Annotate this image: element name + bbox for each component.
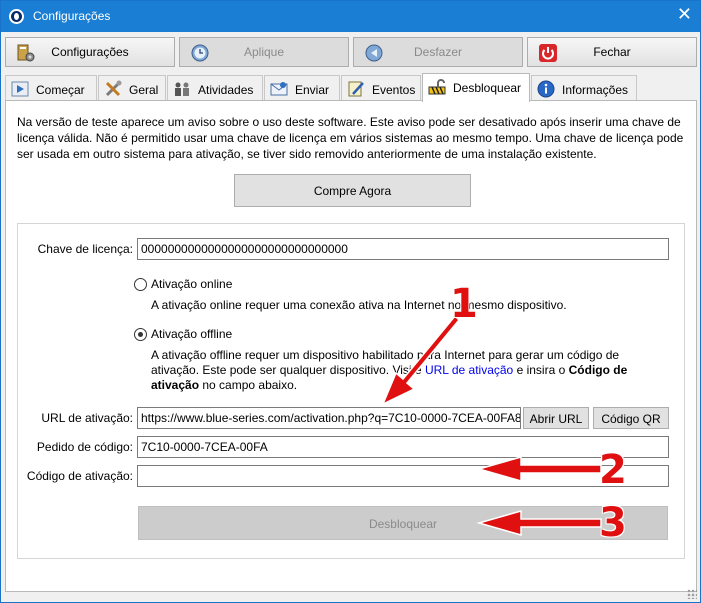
offline-desc-bold: ativação — [151, 378, 200, 392]
annotation-number-3: 3 — [599, 500, 627, 546]
tools-icon — [105, 80, 122, 97]
offline-activation-label: Ativação offline — [151, 327, 233, 341]
offline-desc-text: ativação. Este pode ser qualquer disposi… — [151, 363, 422, 377]
configuracoes-label: Configurações — [51, 45, 129, 59]
info-icon — [537, 80, 555, 98]
play-icon — [11, 81, 29, 97]
aplique-button[interactable]: Aplique — [179, 37, 349, 67]
close-icon[interactable]: ✕ — [677, 6, 692, 24]
tab-comecar-label: Começar — [36, 83, 85, 97]
tab-eventos-label: Eventos — [372, 83, 416, 97]
request-code-field[interactable]: 7C10-0000-7CEA-00FA — [137, 436, 669, 458]
aplique-label: Aplique — [243, 45, 285, 59]
send-icon — [270, 82, 288, 96]
desfazer-button[interactable]: Desfazer — [353, 37, 523, 67]
offline-desc-line: A ativação offline requer um dispositivo… — [151, 348, 620, 362]
abrir-url-button[interactable]: Abrir URL — [523, 407, 589, 429]
annotation-number-2: 2 — [599, 447, 627, 493]
activation-code-label: Código de ativação: — [26, 469, 133, 483]
request-code-label: Pedido de código: — [36, 440, 133, 454]
window-title: Configurações — [33, 9, 111, 23]
license-key-field[interactable]: 0000000000000000000000000000000 — [137, 238, 669, 260]
activation-url-link[interactable]: URL de ativação — [425, 363, 513, 377]
title-bar: Configurações ✕ — [1, 1, 700, 32]
online-activation-desc: A ativação online requer uma conexão ati… — [151, 298, 567, 312]
abrir-url-label: Abrir URL — [529, 412, 583, 426]
desbloquear-button[interactable]: Desbloquear — [138, 506, 668, 540]
people-icon — [175, 82, 189, 96]
activation-code-field[interactable] — [137, 465, 669, 487]
tab-informacoes[interactable]: Informações — [531, 75, 637, 101]
tab-geral[interactable]: Geral — [98, 75, 166, 101]
tab-comecar[interactable]: Começar — [5, 75, 97, 101]
desbloquear-label: Desbloquear — [368, 517, 438, 531]
fechar-label: Fechar — [593, 45, 631, 59]
codigo-qr-label: Código QR — [601, 412, 661, 426]
offline-desc-line: ativação no campo abaixo. — [151, 378, 671, 393]
compre-agora-button[interactable]: Compre Agora — [234, 174, 471, 207]
tab-desbloquear-label: Desbloquear — [453, 81, 522, 95]
license-key-label: Chave de licença: — [37, 242, 133, 256]
tab-enviar[interactable]: Enviar — [264, 75, 340, 101]
tab-enviar-label: Enviar — [295, 83, 330, 97]
tab-atividades-label: Atividades — [198, 83, 254, 97]
desfazer-label: Desfazer — [413, 45, 463, 59]
notepad-icon — [348, 81, 364, 97]
tab-eventos[interactable]: Eventos — [341, 75, 421, 101]
tab-atividades[interactable]: Atividades — [167, 75, 263, 101]
tab-desbloquear[interactable]: Desbloquear — [422, 73, 530, 102]
online-activation-radio[interactable] — [134, 278, 147, 291]
app-icon — [9, 9, 24, 24]
codigo-qr-button[interactable]: Código QR — [593, 407, 669, 429]
offline-desc-text: e insira o — [516, 363, 566, 377]
intro-text: Na versão de teste aparece um aviso sobr… — [17, 114, 689, 162]
tab-informacoes-label: Informações — [562, 83, 629, 97]
settings-window: Configurações ✕ Configurações Aplique De… — [0, 0, 701, 603]
unlock-icon — [428, 79, 446, 95]
intro-line: Na versão de teste aparece um aviso sobr… — [17, 115, 681, 129]
annotation-number-1: 1 — [450, 281, 478, 327]
offline-activation-radio[interactable] — [134, 328, 147, 341]
offline-desc-bold: Código de — [568, 363, 628, 377]
intro-line: licença válida. Não é permitido usar uma… — [17, 131, 684, 145]
configuracoes-button[interactable]: Configurações — [5, 37, 175, 67]
intro-line: ser usada em outro sistema para ativação… — [17, 147, 597, 161]
offline-desc-text: no campo abaixo. — [202, 378, 298, 392]
resize-grip[interactable] — [687, 589, 697, 599]
tab-geral-label: Geral — [129, 83, 159, 97]
offline-desc-line: ativação. Este pode ser qualquer disposi… — [151, 363, 671, 378]
tab-strip: Começar Geral Atividades Enviar Eventos … — [5, 73, 698, 102]
activation-url-field[interactable]: https://www.blue-series.com/activation.p… — [137, 407, 521, 429]
fechar-button[interactable]: Fechar — [527, 37, 697, 67]
online-activation-label: Ativação online — [151, 277, 233, 291]
activation-url-label: URL de ativação: — [41, 411, 133, 425]
compre-agora-label: Compre Agora — [313, 184, 392, 198]
offline-activation-desc: A ativação offline requer um dispositivo… — [151, 348, 671, 393]
